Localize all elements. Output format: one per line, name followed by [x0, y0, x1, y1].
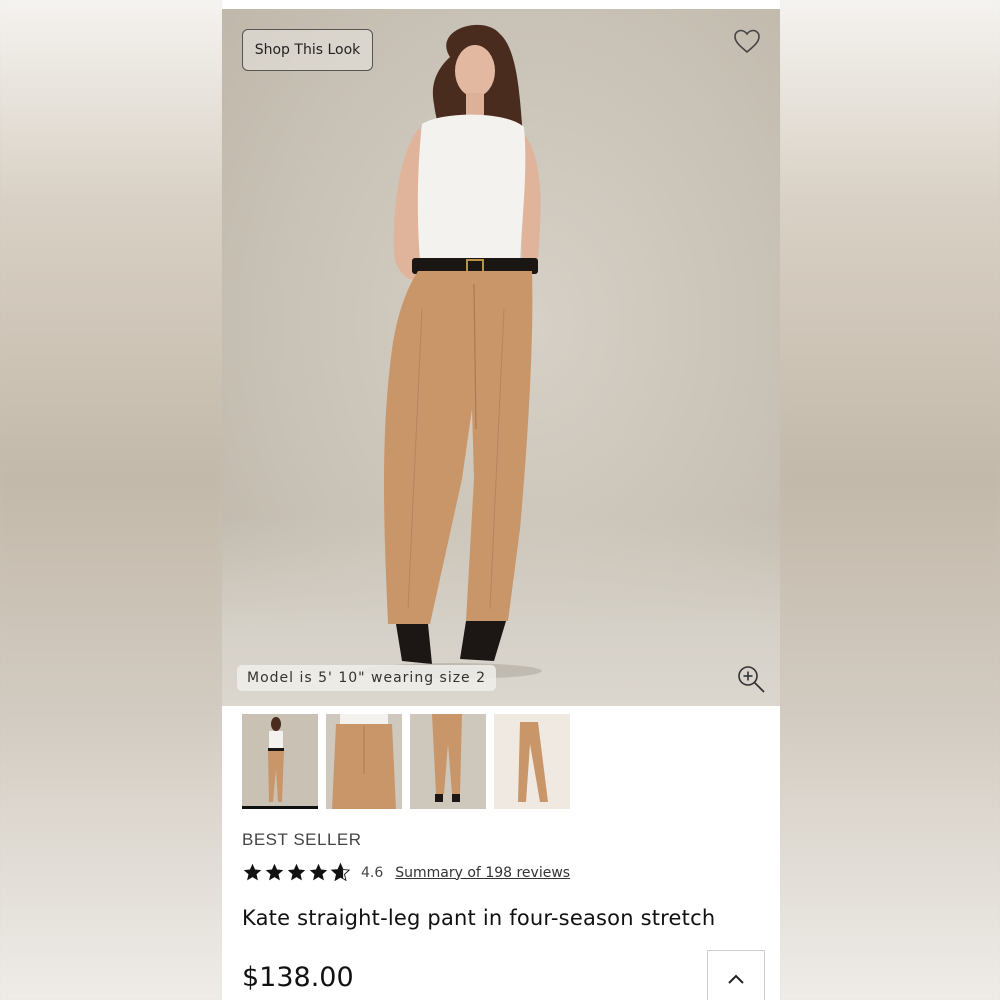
favorite-button[interactable]: [732, 27, 762, 55]
thumbnail-full-look[interactable]: [242, 714, 318, 809]
product-page: Shop This Look Model is 5' 10" wearing s…: [222, 0, 780, 1000]
background-left: [0, 0, 222, 1000]
product-hero-image[interactable]: Shop This Look Model is 5' 10" wearing s…: [222, 9, 780, 706]
half-star-icon: [330, 862, 351, 882]
product-title: Kate straight-leg pant in four-season st…: [242, 906, 716, 930]
star-rating: [242, 862, 351, 883]
zoom-button[interactable]: [736, 664, 768, 696]
model-size-info: Model is 5' 10" wearing size 2: [237, 665, 497, 691]
chevron-up-icon: [728, 974, 744, 984]
model-figure: [362, 24, 542, 679]
zoom-in-icon: [738, 666, 765, 693]
shop-this-look-button[interactable]: Shop This Look: [242, 29, 373, 71]
rating-row: 4.6 Summary of 198 reviews: [242, 862, 570, 883]
scroll-to-top-button[interactable]: [707, 950, 765, 1000]
thumbnail-flat-lay[interactable]: [494, 714, 570, 809]
thumbnail-front-detail[interactable]: [326, 714, 402, 809]
background-right: [780, 0, 1000, 1000]
product-price: $138.00: [242, 962, 354, 993]
thumbnail-back-view[interactable]: [410, 714, 486, 809]
star-icon: [243, 863, 262, 881]
star-icon: [309, 863, 328, 881]
reviews-summary-link[interactable]: Summary of 198 reviews: [395, 865, 570, 881]
star-icon: [265, 863, 284, 881]
heart-icon: [734, 29, 760, 54]
rating-value: 4.6: [361, 864, 384, 881]
thumbnail-strip: [242, 714, 570, 809]
star-icon: [287, 863, 306, 881]
best-seller-badge: BEST SELLER: [242, 830, 362, 849]
